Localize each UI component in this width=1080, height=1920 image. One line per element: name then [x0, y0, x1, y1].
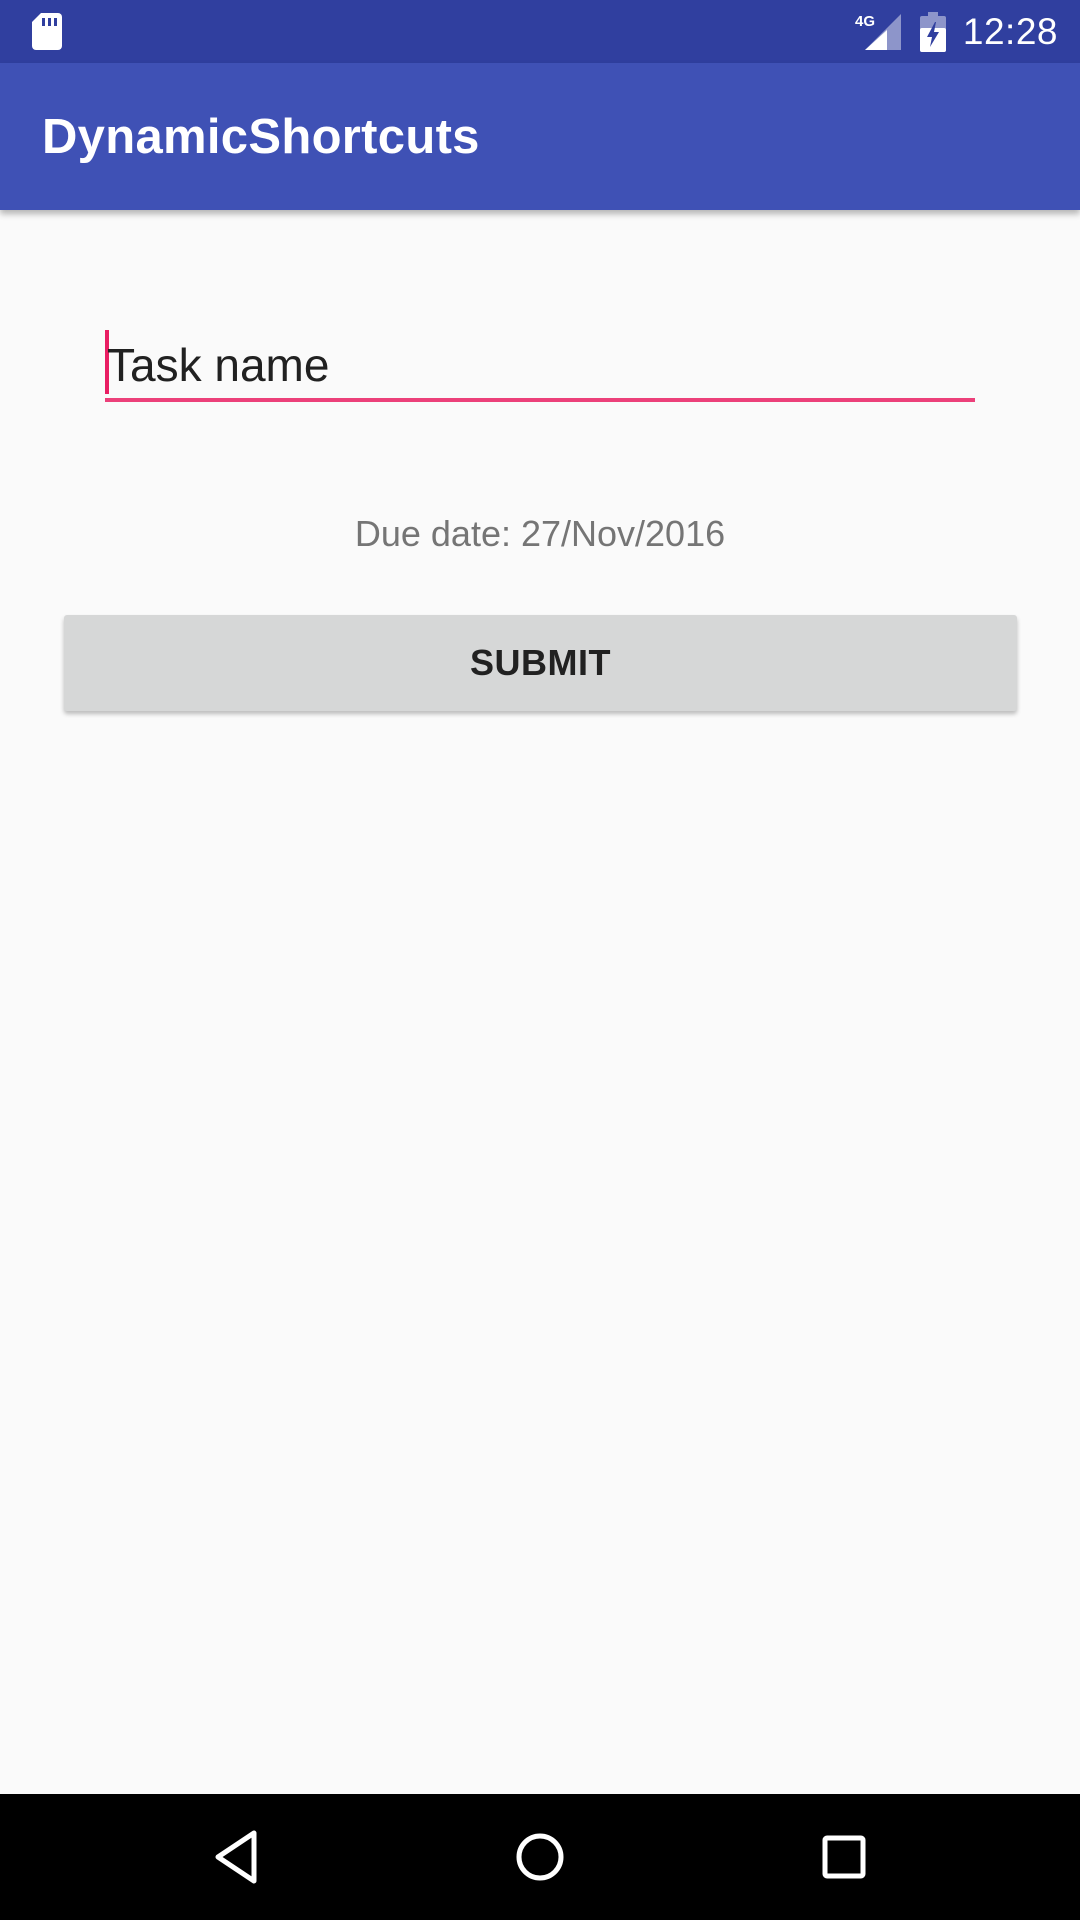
network-type-label: 4G [855, 13, 875, 30]
due-date-label[interactable]: Due date: 27/Nov/2016 [0, 512, 1080, 556]
battery-charging-icon [920, 12, 946, 52]
status-bar: 4G 12:28 [0, 0, 1080, 63]
status-time: 12:28 [962, 11, 1058, 52]
sd-card-icon [32, 13, 62, 50]
task-name-value: Task name [107, 339, 330, 391]
recents-icon[interactable] [804, 1817, 884, 1897]
app-title: DynamicShortcuts [42, 110, 480, 164]
home-icon[interactable] [500, 1817, 580, 1897]
app-bar: DynamicShortcuts [0, 63, 1080, 210]
navigation-bar [0, 1794, 1080, 1920]
input-underline [105, 398, 975, 402]
main-content: Task name Due date: 27/Nov/2016 SUBMIT [0, 210, 1080, 1794]
back-icon[interactable] [196, 1817, 276, 1897]
submit-button[interactable]: SUBMIT [64, 615, 1017, 711]
signal-4g-icon: 4G [855, 13, 901, 50]
task-name-input[interactable]: Task name [105, 330, 975, 410]
